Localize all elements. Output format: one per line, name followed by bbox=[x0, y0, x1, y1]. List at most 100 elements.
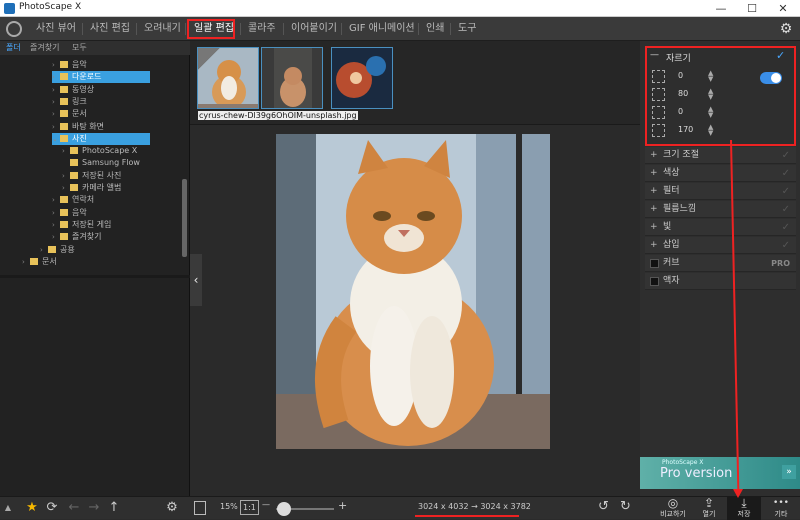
tab-folders[interactable]: 폴더 bbox=[6, 41, 21, 55]
tree-item[interactable]: › PhotoScape X bbox=[62, 145, 137, 157]
option-film[interactable]: + 필름느낌 ✓ bbox=[645, 201, 796, 218]
zoom-slider-handle[interactable] bbox=[277, 502, 291, 516]
menu-cut-out[interactable]: 오려내기 bbox=[142, 17, 183, 41]
tree-item[interactable]: › 문서 bbox=[52, 108, 87, 120]
star-icon[interactable]: ★ bbox=[24, 500, 40, 516]
tree-item[interactable]: › 저장된 사진 bbox=[62, 170, 121, 182]
rotate-left-icon[interactable]: ↺ bbox=[598, 499, 609, 514]
tree-item[interactable]: › 동영상 bbox=[52, 84, 94, 96]
save-button[interactable]: ⤓ 저장 bbox=[727, 497, 761, 520]
option-color[interactable]: + 색상 ✓ bbox=[645, 165, 796, 182]
expand-arrow-icon[interactable]: › bbox=[52, 121, 60, 133]
tree-item[interactable]: Samsung Flow bbox=[62, 157, 140, 169]
expand-arrow-icon[interactable]: › bbox=[52, 207, 60, 219]
crop-left-spinner-icon[interactable]: ▲ ▼ bbox=[708, 70, 713, 83]
expand-arrow-icon[interactable]: › bbox=[52, 71, 60, 83]
menu-gif-animation[interactable]: GIF 애니메이션 bbox=[347, 17, 417, 41]
actual-size-button[interactable]: 1:1 bbox=[240, 500, 259, 515]
option-checkbox[interactable] bbox=[650, 277, 659, 286]
crop-bottom-field[interactable]: 170 ▲ ▼ bbox=[652, 124, 718, 137]
crop-link-toggle[interactable] bbox=[760, 72, 782, 84]
apply-check-icon[interactable]: ✓ bbox=[782, 237, 790, 254]
apply-check-icon[interactable]: ✓ bbox=[782, 165, 790, 182]
option-resize[interactable]: + 크기 조절 ✓ bbox=[645, 147, 796, 164]
minimize-button[interactable]: — bbox=[706, 0, 736, 17]
expand-arrow-icon[interactable]: › bbox=[62, 182, 70, 194]
tree-item[interactable]: › 링크 bbox=[52, 96, 87, 108]
rotate-right-icon[interactable]: ↻ bbox=[620, 499, 631, 514]
menu-print[interactable]: 인쇄 bbox=[424, 17, 446, 41]
maximize-button[interactable]: ☐ bbox=[737, 0, 767, 17]
crop-right-field[interactable]: 0 ▲ ▼ bbox=[652, 106, 718, 119]
option-checkbox[interactable] bbox=[650, 259, 659, 268]
expand-arrow-icon[interactable]: › bbox=[52, 194, 60, 206]
pro-banner-arrow-icon[interactable]: » bbox=[782, 465, 796, 479]
zoom-in-button[interactable]: + bbox=[338, 499, 347, 512]
tree-item[interactable]: › 음악 bbox=[52, 207, 87, 219]
crop-bottom-spinner-icon[interactable]: ▲ ▼ bbox=[708, 124, 713, 137]
expand-arrow-icon[interactable]: › bbox=[52, 59, 60, 71]
more-button[interactable]: ••• 기타 bbox=[764, 497, 798, 520]
apply-check-icon[interactable]: ✓ bbox=[782, 147, 790, 164]
settings-gear-icon[interactable]: ⚙ bbox=[778, 21, 794, 37]
apply-check-icon[interactable]: ✓ bbox=[782, 183, 790, 200]
tree-item[interactable]: › 다운로드 bbox=[52, 71, 150, 84]
folder-settings-gear-icon[interactable]: ⚙ bbox=[164, 500, 180, 516]
option-light[interactable]: + 빛 ✓ bbox=[645, 219, 796, 236]
crop-left-value[interactable]: 0 bbox=[678, 71, 683, 80]
expand-arrow-icon[interactable]: › bbox=[52, 96, 60, 108]
expand-arrow-icon[interactable]: › bbox=[52, 84, 60, 96]
apply-check-icon[interactable]: ✓ bbox=[782, 219, 790, 236]
apply-check-icon[interactable]: ✓ bbox=[782, 201, 790, 218]
tree-item[interactable]: › 저장된 게임 bbox=[52, 219, 111, 231]
home-logo-icon[interactable] bbox=[6, 21, 22, 37]
menu-photo-viewer[interactable]: 사진 뷰어 bbox=[34, 17, 78, 41]
collapse-minus-icon[interactable]: — bbox=[650, 50, 659, 60]
menu-photo-editor[interactable]: 사진 편집 bbox=[88, 17, 132, 41]
tree-item[interactable]: › 연락처 bbox=[52, 194, 94, 206]
expand-arrow-icon[interactable]: › bbox=[52, 108, 60, 120]
forward-arrow-icon[interactable]: → bbox=[86, 500, 102, 516]
zoom-out-button[interactable]: — bbox=[262, 500, 270, 509]
expand-arrow-icon[interactable]: › bbox=[52, 231, 60, 243]
tree-item[interactable]: › 바탕 화면 bbox=[52, 121, 104, 133]
expand-arrow-icon[interactable]: ⌄ bbox=[52, 133, 60, 145]
pro-version-banner[interactable]: PhotoScape X Pro version » bbox=[640, 457, 800, 489]
tab-favorites[interactable]: 즐겨찾기 bbox=[30, 41, 59, 55]
split-view-icon[interactable] bbox=[194, 501, 206, 515]
back-arrow-icon[interactable]: ← bbox=[66, 500, 82, 516]
option-filter[interactable]: + 필터 ✓ bbox=[645, 183, 796, 200]
tree-item[interactable]: ⌄ 사진 bbox=[52, 132, 150, 145]
menu-tools[interactable]: 도구 bbox=[456, 17, 478, 41]
thumbnail-cat-2[interactable] bbox=[261, 47, 323, 109]
up-arrow-icon[interactable]: ↑ bbox=[106, 500, 122, 516]
compare-button[interactable]: ◎ 비교하기 bbox=[656, 497, 690, 520]
tab-all[interactable]: 모두 bbox=[72, 41, 87, 55]
option-frame[interactable]: 액자 bbox=[645, 273, 796, 290]
menu-combine[interactable]: 이어붙이기 bbox=[289, 17, 339, 41]
collapse-up-icon[interactable]: ▲ bbox=[2, 500, 14, 516]
tree-item[interactable]: › 음악 bbox=[52, 59, 87, 71]
folder-tree-scrollbar[interactable] bbox=[182, 179, 187, 257]
option-insert[interactable]: + 삽입 ✓ bbox=[645, 237, 796, 254]
refresh-icon[interactable]: ⟳ bbox=[44, 500, 60, 516]
thumbnail-cat-1[interactable] bbox=[197, 47, 259, 109]
option-curves[interactable]: 커브 PRO bbox=[645, 255, 796, 272]
expand-arrow-icon[interactable]: › bbox=[22, 256, 30, 268]
collapse-left-panel-button[interactable]: ‹ bbox=[190, 254, 202, 306]
expand-arrow-icon[interactable]: › bbox=[40, 244, 48, 256]
open-button[interactable]: ⇪ 열기 bbox=[692, 497, 726, 520]
crop-top-field[interactable]: 80 ▲ ▼ bbox=[652, 88, 718, 101]
tree-item[interactable]: › 공용 bbox=[40, 244, 75, 256]
expand-arrow-icon[interactable]: › bbox=[62, 145, 70, 157]
expand-arrow-icon[interactable]: › bbox=[62, 170, 70, 182]
crop-section-header[interactable]: — 자르기 ✓ bbox=[648, 49, 792, 64]
crop-top-value[interactable]: 80 bbox=[678, 89, 688, 98]
tree-item[interactable]: › 카메라 앨범 bbox=[62, 182, 121, 194]
tree-item[interactable]: › 즐겨찾기 bbox=[52, 231, 101, 243]
expand-arrow-icon[interactable]: › bbox=[52, 219, 60, 231]
menu-collage[interactable]: 콜라주 bbox=[246, 17, 278, 41]
crop-left-field[interactable]: 0 ▲ ▼ bbox=[652, 70, 718, 83]
crop-right-value[interactable]: 0 bbox=[678, 107, 683, 116]
close-button[interactable]: ✕ bbox=[768, 0, 798, 17]
